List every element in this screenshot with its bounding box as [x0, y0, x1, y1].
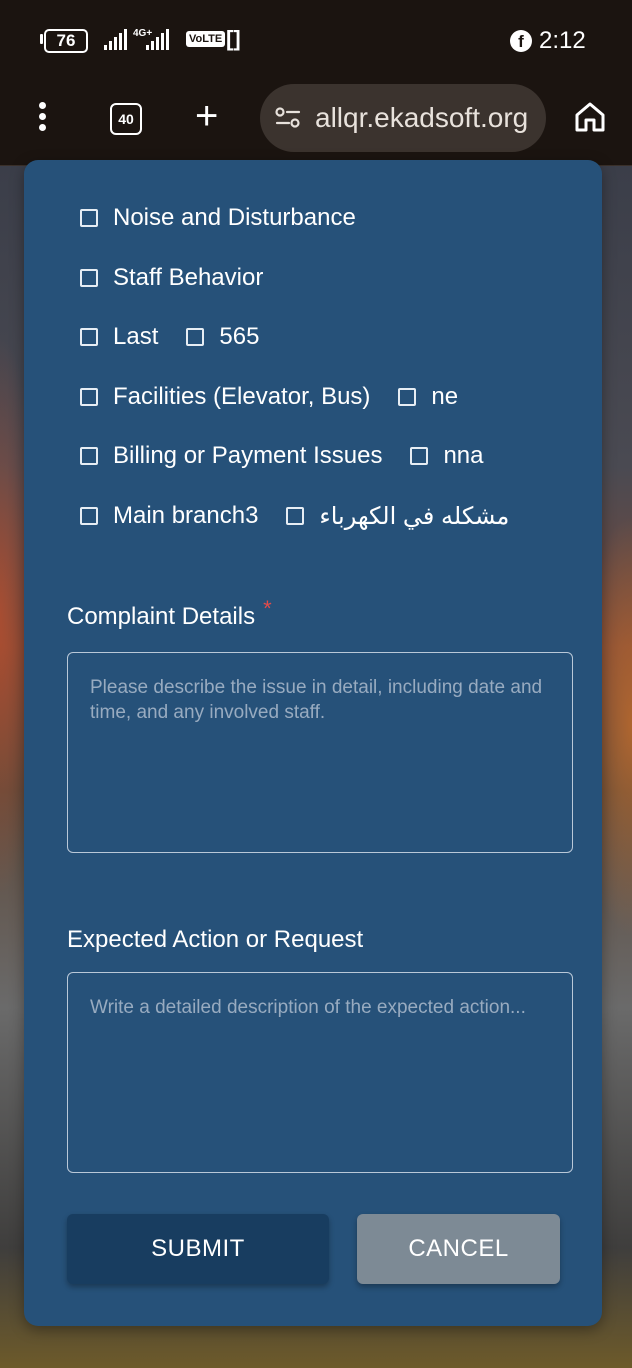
checkbox[interactable]: [80, 328, 98, 346]
url-text[interactable]: allqr.ekadsoft.org: [315, 102, 528, 134]
home-icon[interactable]: [573, 100, 607, 134]
checkbox-row: Billing or Payment Issues nna: [80, 441, 512, 471]
checkbox-label[interactable]: 565: [219, 323, 259, 351]
browser-toolbar: 40 + allqr.ekadsoft.org: [0, 82, 632, 166]
tab-switcher-button[interactable]: 40: [110, 103, 142, 135]
checkbox[interactable]: [80, 269, 98, 287]
volte-badge: VoLTE: [186, 31, 226, 47]
checkbox-label[interactable]: Last: [113, 323, 158, 351]
checkbox[interactable]: [80, 507, 98, 525]
checkbox-label[interactable]: Main branch3: [113, 502, 258, 530]
checkbox-row: Main branch3 مشكله في الكهرباء: [80, 501, 537, 531]
checkbox[interactable]: [80, 447, 98, 465]
site-settings-icon[interactable]: [274, 106, 302, 130]
battery-indicator: 76: [44, 29, 88, 53]
checkbox-row: Staff Behavior: [80, 263, 291, 293]
new-tab-plus-icon[interactable]: +: [195, 94, 218, 138]
facebook-notification-icon: f: [510, 30, 532, 52]
status-clock: 2:12: [539, 27, 586, 54]
cancel-button[interactable]: CANCEL: [357, 1214, 560, 1284]
complaint-form-card: Noise and Disturbance Staff Behavior Las…: [24, 160, 602, 1326]
checkbox-label[interactable]: Noise and Disturbance: [113, 204, 356, 232]
checkbox-label[interactable]: nna: [443, 442, 483, 470]
checkbox[interactable]: [286, 507, 305, 525]
required-indicator: *: [263, 596, 272, 621]
checkbox-label[interactable]: Billing or Payment Issues: [113, 442, 382, 470]
checkbox-option[interactable]: Noise and Disturbance: [80, 204, 356, 232]
checkbox-label[interactable]: مشكله في الكهرباء: [319, 502, 509, 531]
checkbox[interactable]: [410, 447, 429, 465]
checkbox-option[interactable]: مشكله في الكهرباء: [286, 502, 509, 531]
checkbox[interactable]: [80, 388, 98, 406]
status-bar: 76 4G+ VoLTE [] f 2:12: [0, 0, 632, 82]
checkbox-option[interactable]: nna: [410, 442, 484, 470]
submit-button[interactable]: SUBMIT: [67, 1214, 329, 1284]
checkbox-option[interactable]: Last: [80, 323, 158, 351]
checkbox-row: Facilities (Elevator, Bus) ne: [80, 382, 486, 412]
checkbox-label[interactable]: Facilities (Elevator, Bus): [113, 383, 370, 411]
checkbox-option[interactable]: Billing or Payment Issues: [80, 442, 382, 470]
battery-tip: [40, 34, 43, 44]
vibrate-icon: []: [226, 26, 241, 51]
checkbox-row: Last 565: [80, 322, 287, 352]
checkbox-option[interactable]: Main branch3: [80, 502, 258, 530]
expected-action-textarea[interactable]: [67, 972, 573, 1173]
complaint-details-label-text: Complaint Details: [67, 603, 256, 630]
signal-strength-icon-2: [146, 29, 169, 50]
checkbox-option[interactable]: Staff Behavior: [80, 264, 263, 292]
checkbox-option[interactable]: 565: [186, 323, 259, 351]
checkbox-option[interactable]: Facilities (Elevator, Bus): [80, 383, 370, 411]
menu-dots-icon[interactable]: [36, 102, 48, 134]
checkbox[interactable]: [80, 209, 98, 227]
complaint-details-textarea[interactable]: [67, 652, 573, 853]
checkbox-label[interactable]: Staff Behavior: [113, 264, 263, 292]
checkbox-option[interactable]: ne: [398, 383, 458, 411]
checkbox-label[interactable]: ne: [431, 383, 458, 411]
address-bar[interactable]: allqr.ekadsoft.org: [260, 84, 546, 152]
expected-action-label: Expected Action or Request: [67, 926, 364, 953]
checkbox[interactable]: [186, 328, 205, 346]
signal-strength-icon: [104, 29, 127, 50]
checkbox-row: Noise and Disturbance: [80, 203, 384, 233]
checkbox[interactable]: [398, 388, 417, 406]
complaint-details-label: Complaint Details *: [67, 596, 272, 631]
